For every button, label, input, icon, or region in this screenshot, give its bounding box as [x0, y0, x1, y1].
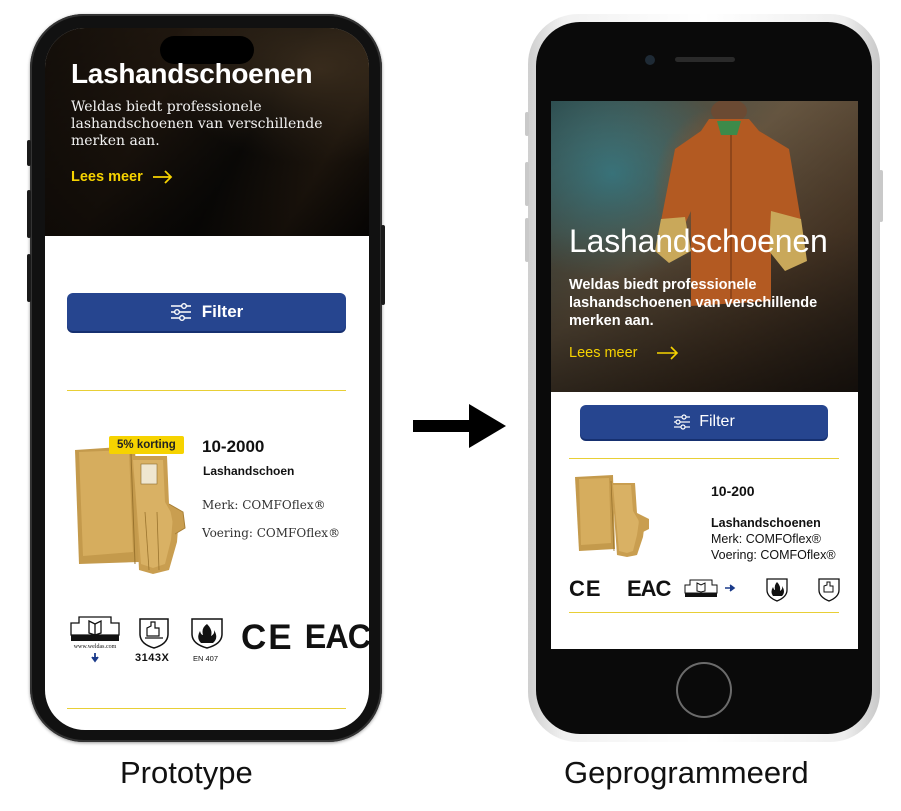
- flame-icon[interactable]: [189, 616, 225, 650]
- sliders-icon: [170, 303, 191, 321]
- volume-down-button: [27, 254, 31, 302]
- user-manual-icon[interactable]: [683, 577, 739, 603]
- programmed-screen: Lashandschoenen Weldas biedt professione…: [551, 101, 858, 649]
- sliders-icon: [674, 414, 691, 430]
- norm-code: 3143X: [135, 652, 170, 664]
- flame-norm-code: EN 407: [193, 654, 219, 663]
- prototype-screen: Lashandschoenen Weldas biedt professione…: [45, 28, 369, 730]
- arrow-right-icon[interactable]: [656, 345, 680, 361]
- product-brand: Merk: COMFOflex®: [711, 532, 821, 546]
- mechanical-risk-icon[interactable]: [137, 616, 171, 650]
- glove-image[interactable]: [69, 442, 189, 576]
- power-button: [879, 170, 883, 222]
- hero-description: Weldas biedt professionele lashandschoen…: [569, 277, 818, 329]
- eac-mark-icon[interactable]: EAC: [627, 576, 671, 602]
- manual-url: www.weldas.com: [74, 644, 117, 650]
- product-type: Lashandschoenen: [711, 516, 821, 530]
- product-code[interactable]: 10-200: [711, 483, 755, 499]
- ce-mark-icon[interactable]: CE: [569, 576, 602, 602]
- ce-mark-icon[interactable]: CE: [241, 618, 294, 658]
- glove-image[interactable]: [571, 473, 653, 559]
- arrow-right-icon[interactable]: [152, 169, 174, 185]
- discount-badge: 5% korting: [109, 436, 184, 454]
- earpiece-speaker: [675, 57, 735, 62]
- product-lining: Voering: COMFOflex®: [711, 548, 836, 562]
- mute-switch: [27, 140, 31, 166]
- divider: [67, 390, 346, 391]
- product-code[interactable]: 10-2000: [202, 437, 264, 457]
- filter-button[interactable]: Filter: [67, 293, 346, 331]
- volume-down-button: [525, 218, 529, 262]
- product-type: Lashandschoen: [203, 464, 295, 478]
- product-lining: Voering: COMFOflex®: [202, 526, 341, 540]
- hero-description: Weldas biedt professionele lashandschoen…: [71, 99, 323, 149]
- programmed-caption: Geprogrammeerd: [564, 755, 809, 790]
- user-manual-icon[interactable]: www.weldas.com: [67, 613, 123, 663]
- product-brand: Merk: COMFOflex®: [202, 498, 326, 512]
- divider: [569, 612, 839, 613]
- volume-up-button: [27, 190, 31, 238]
- read-more-link[interactable]: Lees meer: [569, 345, 638, 361]
- arrow-right-icon: [413, 404, 506, 448]
- flame-icon[interactable]: [765, 577, 789, 603]
- filter-label: Filter: [201, 302, 244, 321]
- hero-title: Lashandschoenen: [569, 223, 828, 259]
- mechanical-risk-icon[interactable]: [817, 577, 841, 603]
- volume-up-button: [525, 162, 529, 206]
- eac-mark-icon[interactable]: EAC: [305, 618, 369, 657]
- home-button[interactable]: [676, 662, 732, 718]
- filter-button[interactable]: Filter: [580, 405, 828, 439]
- filter-label: Filter: [699, 413, 735, 430]
- prototype-caption: Prototype: [120, 755, 253, 790]
- read-more-link[interactable]: Lees meer: [71, 169, 143, 185]
- hero-title: Lashandschoenen: [71, 58, 313, 89]
- mute-switch: [525, 112, 529, 136]
- front-camera: [645, 55, 655, 65]
- divider: [569, 458, 839, 459]
- divider: [67, 708, 346, 709]
- power-button: [381, 225, 385, 305]
